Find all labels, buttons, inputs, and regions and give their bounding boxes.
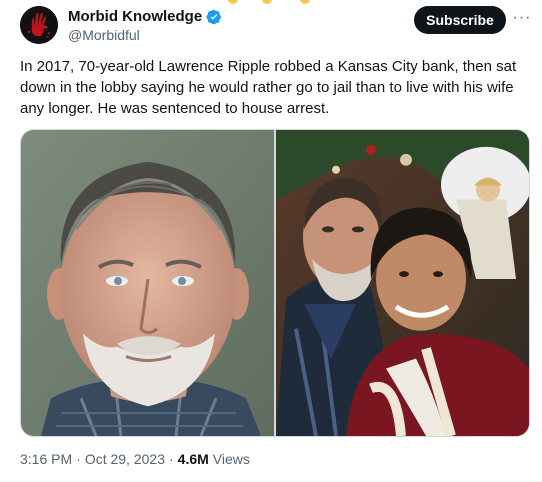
tweet-meta: 3:16 PM · Oct 29, 2023 · 4.6M Views bbox=[20, 451, 250, 467]
views-count[interactable]: 4.6M bbox=[178, 451, 209, 467]
author-name[interactable]: Morbid Knowledge bbox=[68, 8, 202, 25]
mugshot-photo[interactable] bbox=[21, 130, 274, 436]
tweet-text: In 2017, 70-year-old Lawrence Ripple rob… bbox=[20, 58, 517, 117]
verified-badge-icon[interactable] bbox=[206, 9, 222, 25]
tweet-time[interactable]: 3:16 PM bbox=[20, 451, 72, 467]
tweet-date[interactable]: Oct 29, 2023 bbox=[85, 451, 165, 467]
author-name-row[interactable]: Morbid Knowledge bbox=[68, 8, 222, 25]
red-handprint-icon bbox=[20, 6, 58, 44]
avatar[interactable] bbox=[20, 6, 58, 44]
views-label: Views bbox=[212, 451, 250, 467]
tweet: Morbid Knowledge @Morbidful Subscribe ··… bbox=[0, 0, 542, 482]
meta-separator: · bbox=[168, 451, 174, 467]
subscribe-button[interactable]: Subscribe bbox=[414, 6, 506, 34]
author-handle[interactable]: @Morbidful bbox=[68, 27, 140, 43]
emoji-sliver bbox=[0, 0, 542, 4]
meta-separator: · bbox=[76, 451, 81, 467]
more-options-icon[interactable]: ··· bbox=[512, 8, 532, 28]
couple-photo[interactable] bbox=[276, 130, 529, 436]
tweet-media[interactable] bbox=[20, 129, 530, 437]
